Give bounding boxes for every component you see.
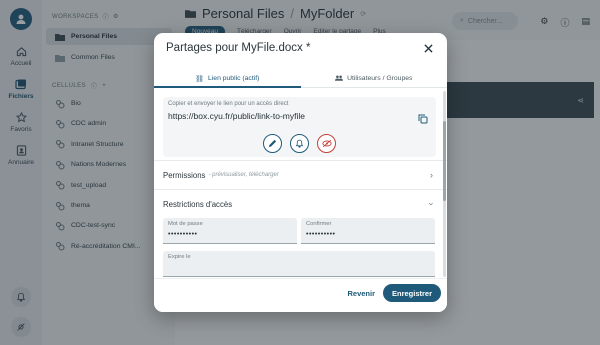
permissions-label: Permissions (163, 170, 206, 180)
disable-link-button[interactable] (317, 134, 336, 153)
public-link-url[interactable]: https://box.cyu.fr/public/link-to-myfile (168, 111, 305, 121)
link-actions (163, 134, 436, 153)
tab-label: Utilisateurs / Groupes (347, 75, 413, 82)
notify-link-button[interactable] (290, 134, 309, 153)
link-icon: ⛓ (195, 75, 204, 83)
scrollbar-thumb[interactable] (443, 121, 446, 201)
pencil-icon (268, 139, 277, 148)
copy-icon (418, 114, 428, 124)
expiration-date-field[interactable]: Expire le (163, 251, 435, 277)
tab-users-groups[interactable]: Utilisateurs / Groupes (301, 70, 448, 87)
dialog-scrollbar[interactable] (443, 91, 446, 277)
link-off-icon (321, 139, 332, 148)
public-link-box: Copier et envoyer le lien pour un accès … (163, 97, 436, 157)
close-button[interactable] (421, 41, 435, 55)
password-label: Mot de passe (168, 221, 203, 227)
password-value: •••••••••• (168, 231, 198, 238)
users-icon (335, 75, 344, 83)
share-dialog: Partages pour MyFile.docx * ⛓ Lien publi… (154, 33, 447, 312)
permissions-summary: - prévisualiser, télécharger (208, 172, 279, 178)
restrictions-label: Restrictions d'accès (163, 199, 233, 209)
dialog-footer: Revenir Enregistrer (154, 278, 447, 312)
confirm-value: •••••••••• (306, 231, 336, 238)
tab-label: Lien public (actif) (208, 75, 260, 82)
bell-icon (295, 139, 304, 148)
close-icon (423, 43, 433, 53)
chevron-down-icon: › (426, 202, 437, 206)
save-button[interactable]: Enregistrer (383, 284, 441, 302)
link-caption: Copier et envoyer le lien pour un accès … (168, 101, 289, 107)
copy-link-button[interactable] (418, 111, 428, 124)
dialog-title: Partages pour MyFile.docx * (166, 42, 311, 54)
confirm-password-field[interactable]: Confirmer •••••••••• (301, 218, 435, 244)
share-tabs: ⛓ Lien public (actif) Utilisateurs / Gro… (154, 70, 447, 88)
edit-link-button[interactable] (263, 134, 282, 153)
password-field[interactable]: Mot de passe •••••••••• (163, 218, 297, 244)
revert-button[interactable]: Revenir (347, 289, 375, 298)
confirm-label: Confirmer (306, 221, 332, 227)
chevron-right-icon: › (430, 170, 433, 180)
permissions-section[interactable]: Permissions - prévisualiser, télécharger… (154, 160, 447, 189)
expires-label: Expire le (168, 254, 191, 260)
tab-public-link[interactable]: ⛓ Lien public (actif) (154, 70, 301, 88)
restrictions-section[interactable]: Restrictions d'accès › (154, 189, 447, 218)
